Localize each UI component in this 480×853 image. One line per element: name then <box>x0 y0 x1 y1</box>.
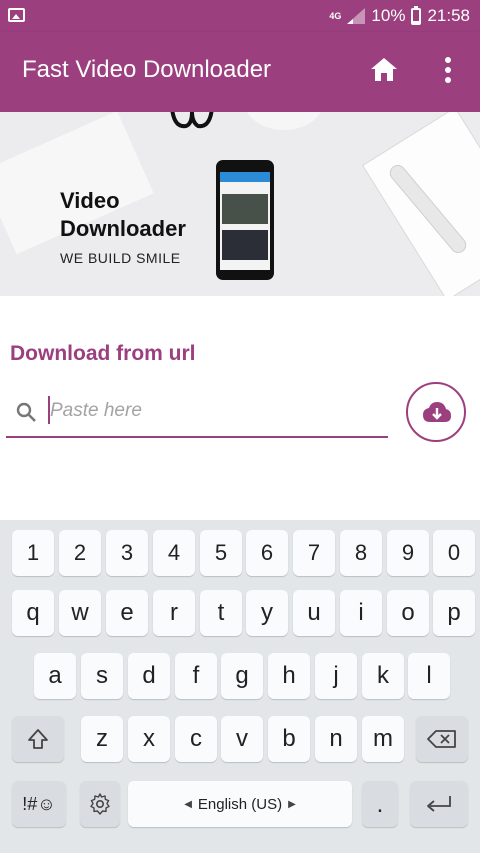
backspace-key[interactable] <box>416 716 468 762</box>
banner-title-line1: Video <box>60 188 120 213</box>
key-t[interactable]: t <box>200 590 242 636</box>
overflow-menu-button[interactable] <box>436 54 460 86</box>
key-3[interactable]: 3 <box>106 530 148 576</box>
key-e[interactable]: e <box>106 590 148 636</box>
app-title: Fast Video Downloader <box>22 56 272 83</box>
period-key[interactable]: . <box>362 781 398 827</box>
key-w[interactable]: w <box>59 590 101 636</box>
glasses-graphic <box>170 112 214 129</box>
key-p[interactable]: p <box>433 590 475 636</box>
network-type: 4G <box>329 10 342 21</box>
key-d[interactable]: d <box>128 653 170 699</box>
key-s[interactable]: s <box>81 653 123 699</box>
key-u[interactable]: u <box>293 590 335 636</box>
more-vert-icon <box>445 57 451 83</box>
soft-keyboard: 1 2 3 4 5 6 7 8 9 0 q w e r t y u i o p … <box>0 520 480 853</box>
key-6[interactable]: 6 <box>246 530 288 576</box>
battery-percent: 10% <box>371 6 406 25</box>
promo-banner: Video Downloader WE BUILD SMILE <box>0 112 480 296</box>
shift-arrow-icon <box>28 729 48 749</box>
cloud-download-icon <box>423 402 451 422</box>
search-icon <box>16 402 36 422</box>
key-n[interactable]: n <box>315 716 357 762</box>
banner-title-line2: Downloader <box>60 216 186 241</box>
key-1[interactable]: 1 <box>12 530 54 576</box>
app-bar: Fast Video Downloader <box>0 32 480 112</box>
key-5[interactable]: 5 <box>200 530 242 576</box>
phone-mockup-screen <box>220 172 270 270</box>
url-input-field[interactable] <box>6 392 388 438</box>
gallery-notification-icon <box>8 8 25 22</box>
key-h[interactable]: h <box>268 653 310 699</box>
key-8[interactable]: 8 <box>340 530 382 576</box>
battery-icon <box>411 5 422 25</box>
language-label: English (US) <box>197 795 283 813</box>
key-a[interactable]: a <box>34 653 76 699</box>
key-v[interactable]: v <box>221 716 263 762</box>
url-input[interactable] <box>50 396 380 426</box>
key-q[interactable]: q <box>12 590 54 636</box>
home-icon <box>371 58 397 81</box>
key-g[interactable]: g <box>221 653 263 699</box>
enter-icon <box>427 796 451 812</box>
symbols-key[interactable]: !#☺ <box>12 781 66 827</box>
key-o[interactable]: o <box>387 590 429 636</box>
clock: 21:58 <box>427 6 470 25</box>
key-c[interactable]: c <box>175 716 217 762</box>
key-7[interactable]: 7 <box>293 530 335 576</box>
language-right-arrow-icon: ▶ <box>288 798 296 810</box>
status-bar: 4G 10% 21:58 <box>0 0 480 32</box>
key-f[interactable]: f <box>175 653 217 699</box>
space-key[interactable]: ◀ English (US) ▶ <box>128 781 352 827</box>
key-x[interactable]: x <box>128 716 170 762</box>
key-2[interactable]: 2 <box>59 530 101 576</box>
key-y[interactable]: y <box>246 590 288 636</box>
settings-key[interactable] <box>80 781 120 827</box>
key-9[interactable]: 9 <box>387 530 429 576</box>
key-4[interactable]: 4 <box>153 530 195 576</box>
gear-icon <box>90 793 110 815</box>
key-r[interactable]: r <box>153 590 195 636</box>
enter-key[interactable] <box>410 781 468 827</box>
phone-mockup <box>216 160 274 280</box>
key-b[interactable]: b <box>268 716 310 762</box>
home-button[interactable] <box>368 54 400 86</box>
language-left-arrow-icon: ◀ <box>184 798 192 810</box>
key-0[interactable]: 0 <box>433 530 475 576</box>
status-indicators: 4G 10% 21:58 <box>329 5 470 26</box>
signal-icon <box>347 8 366 24</box>
shift-key[interactable] <box>12 716 64 762</box>
key-z[interactable]: z <box>81 716 123 762</box>
key-l[interactable]: l <box>408 653 450 699</box>
download-section-title: Download from url <box>10 342 196 365</box>
download-button[interactable] <box>406 382 466 442</box>
key-i[interactable]: i <box>340 590 382 636</box>
backspace-icon <box>427 730 456 748</box>
key-j[interactable]: j <box>315 653 357 699</box>
key-k[interactable]: k <box>362 653 404 699</box>
banner-tagline: WE BUILD SMILE <box>60 250 181 266</box>
banner-mug-graphic <box>244 112 324 130</box>
key-m[interactable]: m <box>362 716 404 762</box>
